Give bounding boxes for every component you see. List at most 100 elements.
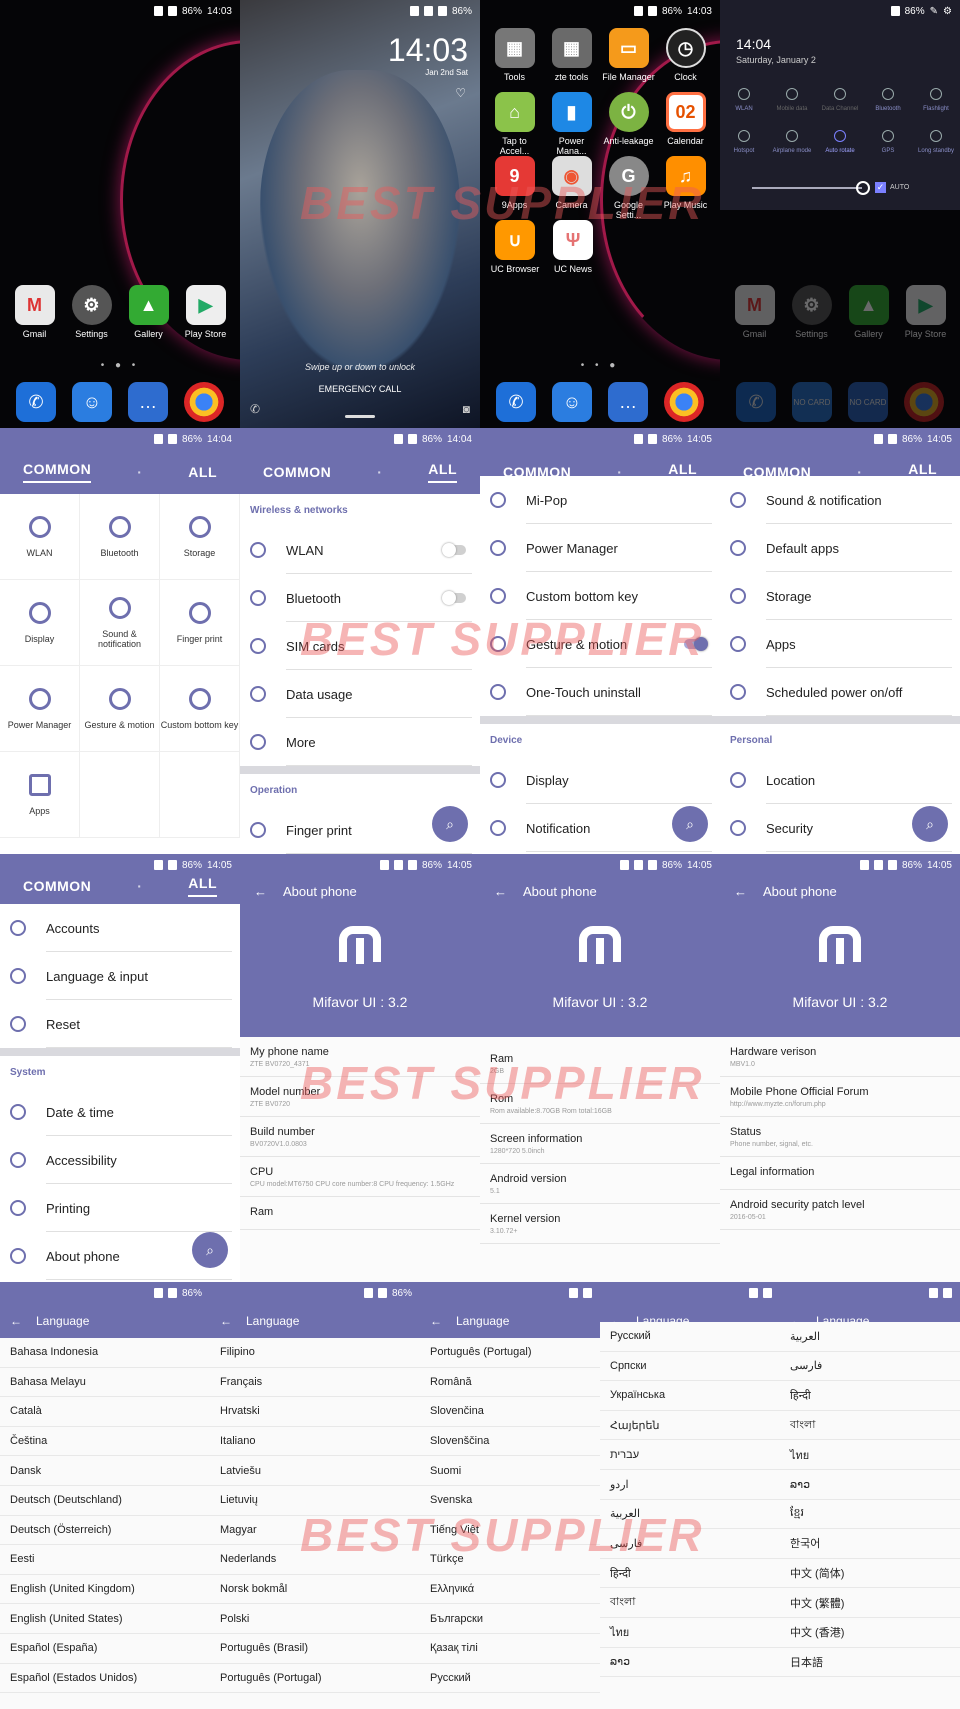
language-option[interactable]: Español (Estados Unidos): [0, 1664, 210, 1694]
unlock-handle[interactable]: [345, 415, 375, 418]
search-fab[interactable]: ⌕: [432, 806, 468, 842]
language-option[interactable]: 中文 (简体): [780, 1559, 960, 1589]
language-option[interactable]: Norsk bokmål: [210, 1575, 420, 1605]
info-row[interactable]: Status Phone number, signal, etc.: [720, 1117, 960, 1157]
contacts-icon[interactable]: ☺: [552, 382, 592, 422]
setting-accessibility[interactable]: Accessibility: [0, 1136, 240, 1184]
language-option[interactable]: Svenska: [420, 1486, 600, 1516]
grid-wlan[interactable]: WLAN: [0, 494, 80, 580]
back-arrow-icon[interactable]: ←: [430, 1314, 442, 1328]
language-option[interactable]: 中文 (繁體): [780, 1588, 960, 1618]
language-option[interactable]: Українська: [600, 1381, 780, 1411]
setting-sound[interactable]: Sound & notification: [720, 476, 960, 524]
language-option[interactable]: Hrvatski: [210, 1397, 420, 1427]
toggle-mobile-data[interactable]: Mobile data: [772, 88, 812, 112]
language-option[interactable]: עברית: [600, 1440, 780, 1470]
info-row[interactable]: Ram 2GB: [480, 1044, 720, 1084]
language-option[interactable]: العربية: [600, 1500, 780, 1530]
language-option[interactable]: ไทย: [600, 1618, 780, 1648]
setting-reset[interactable]: Reset: [0, 1000, 240, 1048]
language-option[interactable]: Български: [420, 1604, 600, 1634]
language-option[interactable]: Filipino: [210, 1338, 420, 1368]
language-option[interactable]: 한국어: [780, 1529, 960, 1559]
chrome-icon[interactable]: [184, 382, 224, 422]
app-calendar[interactable]: 02 Calendar: [659, 92, 713, 156]
grid-fingerprint[interactable]: Finger print: [160, 580, 240, 666]
app-anti-leakage[interactable]: ⏻ Anti-leakage: [602, 92, 656, 156]
language-option[interactable]: हिन्दी: [600, 1559, 780, 1589]
setting-storage[interactable]: Storage: [720, 572, 960, 620]
app-settings[interactable]: ⚙ Settings: [785, 285, 839, 339]
tab-common[interactable]: COMMON: [263, 464, 331, 480]
language-option[interactable]: Türkçe: [420, 1545, 600, 1575]
tab-all[interactable]: ALL: [428, 461, 458, 483]
app-gmail[interactable]: M Gmail: [728, 285, 782, 339]
grid-custom-key[interactable]: Custom bottom key: [160, 666, 240, 752]
messages-icon[interactable]: …: [608, 382, 648, 422]
language-option[interactable]: Ελληνικά: [420, 1575, 600, 1605]
language-option[interactable]: Қазақ тілі: [420, 1634, 600, 1664]
toggle-auto-rotate[interactable]: Auto rotate: [820, 130, 860, 154]
info-row[interactable]: Ram: [240, 1197, 480, 1230]
grid-bluetooth[interactable]: Bluetooth: [80, 494, 160, 580]
language-option[interactable]: Српски: [600, 1352, 780, 1382]
info-row[interactable]: My phone name ZTE BV0720_4371: [240, 1037, 480, 1077]
info-row[interactable]: Kernel version 3.10.72+: [480, 1204, 720, 1244]
grid-display[interactable]: Display: [0, 580, 80, 666]
language-option[interactable]: Lietuvių: [210, 1486, 420, 1516]
language-option[interactable]: Bahasa Indonesia: [0, 1338, 210, 1368]
language-option[interactable]: Română: [420, 1368, 600, 1398]
setting-custom-key[interactable]: Custom bottom key: [480, 572, 720, 620]
setting-power-manager[interactable]: Power Manager: [480, 524, 720, 572]
contacts-icon[interactable]: ☺: [72, 382, 112, 422]
chrome-icon[interactable]: [664, 382, 704, 422]
setting-display[interactable]: Display: [480, 756, 720, 804]
info-row[interactable]: Legal information: [720, 1157, 960, 1190]
language-option[interactable]: Português (Portugal): [210, 1664, 420, 1694]
auto-brightness-checkbox[interactable]: ✓: [875, 182, 886, 193]
toggle-flashlight[interactable]: Flashlight: [916, 88, 956, 112]
language-option[interactable]: Català: [0, 1397, 210, 1427]
brightness-thumb[interactable]: [856, 181, 870, 195]
app-settings[interactable]: ⚙ Settings: [65, 285, 119, 339]
setting-wlan[interactable]: WLAN: [240, 526, 480, 574]
app-gallery[interactable]: ▲ Gallery: [122, 285, 176, 339]
search-fab[interactable]: ⌕: [672, 806, 708, 842]
language-option[interactable]: 中文 (香港): [780, 1618, 960, 1648]
app-tools[interactable]: ▦ Tools: [488, 28, 542, 82]
tab-common[interactable]: COMMON: [22, 461, 92, 483]
back-arrow-icon[interactable]: ←: [494, 884, 507, 899]
setting-scheduled-power[interactable]: Scheduled power on/off: [720, 668, 960, 716]
language-option[interactable]: Dansk: [0, 1456, 210, 1486]
language-option[interactable]: Tiếng Việt: [420, 1516, 600, 1546]
setting-mi-pop[interactable]: Mi-Pop: [480, 476, 720, 524]
language-option[interactable]: اردو: [600, 1470, 780, 1500]
toggle-gps[interactable]: GPS: [868, 130, 908, 154]
setting-apps[interactable]: Apps: [720, 620, 960, 668]
setting-location[interactable]: Location: [720, 756, 960, 804]
language-option[interactable]: ລາວ: [780, 1470, 960, 1500]
info-row[interactable]: Hardware verison MBV1.0: [720, 1037, 960, 1077]
search-fab[interactable]: ⌕: [912, 806, 948, 842]
info-row[interactable]: Android version 5.1: [480, 1164, 720, 1204]
wlan-toggle[interactable]: [442, 543, 466, 557]
info-row[interactable]: Screen information 1280*720 5.0inch: [480, 1124, 720, 1164]
language-option[interactable]: ไทย: [780, 1440, 960, 1470]
app-play-music[interactable]: ♫ Play Music: [659, 156, 713, 220]
language-option[interactable]: 日本語: [780, 1648, 960, 1678]
camera-shortcut-icon[interactable]: ◙: [463, 402, 470, 416]
setting-printing[interactable]: Printing: [0, 1184, 240, 1232]
language-option[interactable]: ລາວ: [600, 1648, 780, 1678]
info-row[interactable]: Rom Rom available:8.70GB Rom total:16GB: [480, 1084, 720, 1124]
grid-storage[interactable]: Storage: [160, 494, 240, 580]
language-option[interactable]: Polski: [210, 1604, 420, 1634]
app-tap-to-accel[interactable]: ⌂ Tap to Accel...: [488, 92, 542, 156]
grid-power-manager[interactable]: Power Manager: [0, 666, 80, 752]
chrome-icon[interactable]: [904, 382, 944, 422]
language-option[interactable]: Português (Brasil): [210, 1634, 420, 1664]
language-option[interactable]: Slovenčina: [420, 1397, 600, 1427]
language-option[interactable]: Italiano: [210, 1427, 420, 1457]
phone-icon[interactable]: ✆: [736, 382, 776, 422]
language-option[interactable]: ខ្មែរ: [780, 1500, 960, 1530]
app-gmail[interactable]: M Gmail: [8, 285, 62, 339]
